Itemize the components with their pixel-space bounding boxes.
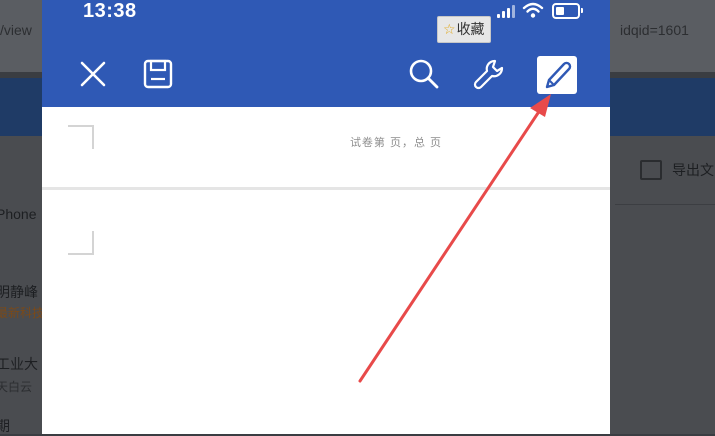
background-url-left: /view [0,22,32,38]
document-canvas[interactable]: 试卷第 页，总 页 [42,107,610,434]
phone-screen: 13:38 ☆收藏 试卷第 页，总 页 [42,0,610,434]
save-icon [143,59,173,89]
background-url-right: idqid=1601 [620,22,689,38]
star-icon: ☆ [443,21,456,37]
background-item-title: 期 [0,418,10,434]
page-corner-mark [68,231,94,255]
search-button[interactable] [406,57,442,93]
save-button[interactable] [140,57,176,93]
background-item-subtitle: 最新科技 [0,306,45,320]
search-icon [409,59,439,89]
background-item-title: 明静峰 [0,284,38,300]
favorite-label: 收藏 [456,21,485,37]
pencil-icon [545,61,572,89]
battery-tip [581,8,583,13]
page-separator [42,187,610,190]
background-divider [615,204,715,205]
status-time: 13:38 [83,0,137,22]
app-toolbar: 13:38 ☆收藏 [42,0,610,107]
close-button[interactable] [75,57,111,93]
background-item-subtitle: 天白云 [0,380,33,394]
favorite-badge[interactable]: ☆收藏 [437,16,491,43]
wrench-icon [473,59,504,90]
edit-button[interactable] [537,56,577,94]
signal-icon [497,4,519,18]
close-icon [80,61,106,87]
background-item-title: Phone [0,206,37,222]
background-item-title: 工业大 [0,356,38,372]
image-icon [640,160,662,180]
tools-button[interactable] [471,57,507,93]
wifi-icon [522,1,544,19]
page-header-text: 试卷第 页，总 页 [349,137,443,149]
background-export-label: 导出文 [672,162,714,178]
battery-icon [552,3,580,19]
